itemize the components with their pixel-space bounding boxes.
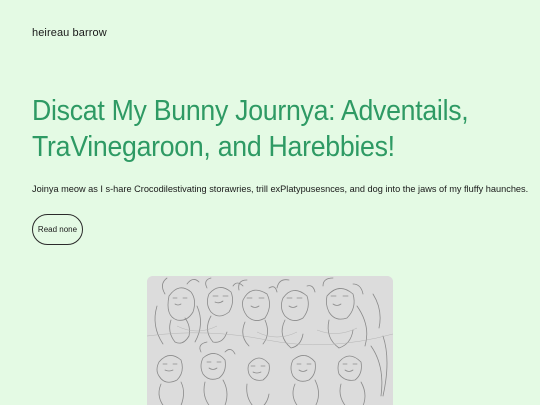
hero-image <box>147 276 393 405</box>
hero-description: Joinya meow as I s-hare Crocodilestivati… <box>32 184 529 194</box>
hero-title: Discat My Bunny Journya: Adventails, Tra… <box>32 95 469 163</box>
site-name-link[interactable]: heireau barrow <box>32 27 107 39</box>
read-more-button[interactable]: Read none <box>32 214 83 245</box>
sketch-illustration <box>147 276 393 405</box>
page: heireau barrow Discat My Bunny Journya: … <box>0 0 540 405</box>
